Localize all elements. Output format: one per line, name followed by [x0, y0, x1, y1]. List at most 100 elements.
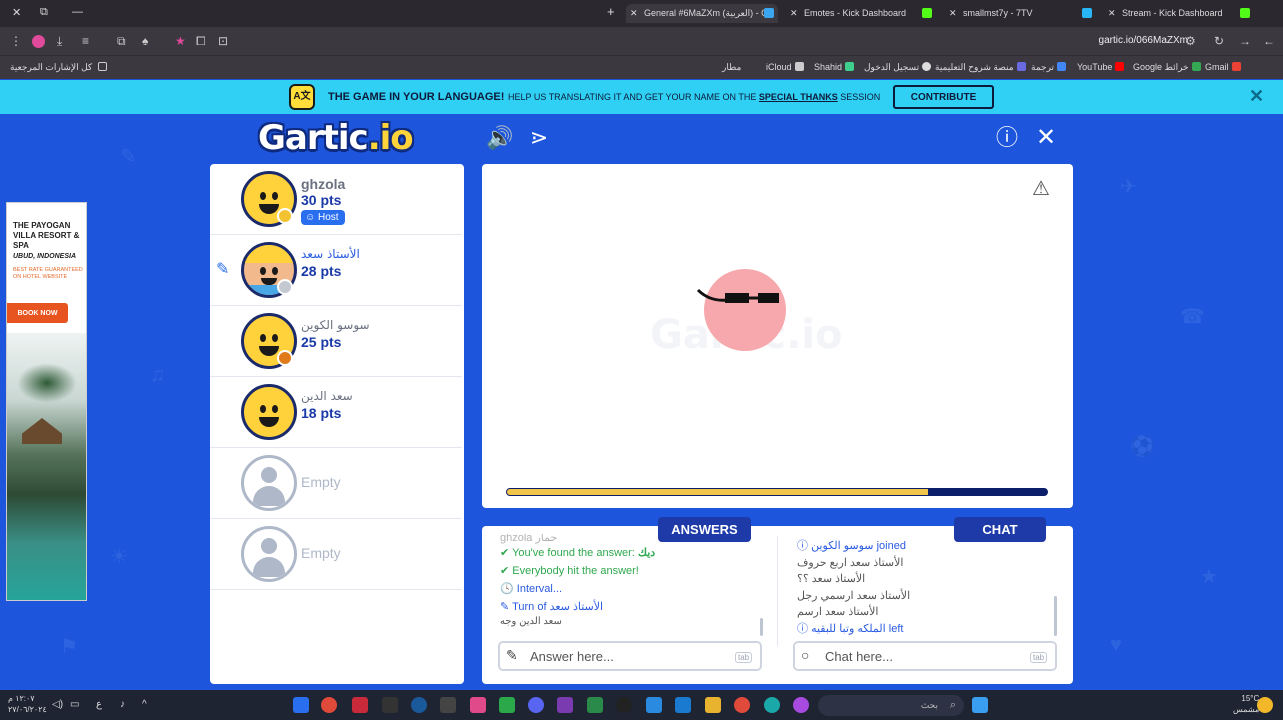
- speaker-icon[interactable]: ◁): [52, 699, 63, 710]
- player-row[interactable]: ghzola 30 pts ☺ Host: [210, 164, 462, 235]
- window-minimize-icon[interactable]: —: [72, 6, 83, 18]
- screenshot-icon[interactable]: ⊡: [218, 34, 228, 48]
- reload-icon[interactable]: ↻: [1214, 34, 1224, 48]
- xbox-icon[interactable]: [499, 697, 515, 713]
- app-icon[interactable]: [793, 697, 809, 713]
- empty-slot: Empty: [210, 519, 462, 590]
- gartic-logo[interactable]: Gartic.io: [258, 118, 414, 158]
- bookmark-platform[interactable]: منصة شروح التعليمية: [935, 62, 1026, 73]
- bookmark-maps[interactable]: Google خرائط: [1133, 62, 1201, 73]
- chrome-icon[interactable]: [321, 697, 337, 713]
- bookmark-shahid[interactable]: Shahid: [814, 62, 855, 72]
- app-icon[interactable]: [293, 697, 309, 713]
- weather-widget[interactable]: 15°C مشمس: [1233, 693, 1259, 715]
- app-icon[interactable]: [587, 697, 603, 713]
- player-row[interactable]: ✎ الأستاذ سعد 28 pts: [210, 235, 462, 306]
- avatar-eye: [272, 405, 278, 413]
- answer-input[interactable]: [498, 641, 762, 671]
- banner-close-icon[interactable]: ✕: [1249, 86, 1264, 107]
- share-icon[interactable]: ⋖: [525, 124, 553, 152]
- translation-banner: A文 THE GAME IN YOUR LANGUAGE! HELP US TR…: [0, 80, 1283, 114]
- chat-scrollbar[interactable]: [1054, 596, 1057, 636]
- tab-stream[interactable]: ✕ Stream - Kick Dashboard: [1104, 4, 1234, 23]
- tab-close-icon[interactable]: ✕: [630, 4, 638, 23]
- tab-7tv[interactable]: ✕ smallmst7y - 7TV: [945, 4, 1075, 23]
- windows-start-icon[interactable]: [972, 697, 988, 713]
- avatar-mouth: [259, 204, 279, 214]
- url-bar[interactable]: gartic.io/066MaZXm: [1099, 35, 1188, 46]
- tab-gartic[interactable]: ✕ General #6MaZXm (العربية) - Ga: [626, 4, 778, 23]
- tab-answers[interactable]: ANSWERS: [658, 517, 751, 542]
- extensions-icon[interactable]: ⧉: [117, 34, 126, 49]
- window-close-icon[interactable]: ✕: [12, 6, 21, 19]
- doodle-icon: ✎: [120, 146, 137, 168]
- gmail-icon: [1231, 62, 1241, 71]
- folder-icon[interactable]: [705, 697, 721, 713]
- player-name: سوسو الكوين: [301, 318, 370, 332]
- app-icon[interactable]: [440, 697, 456, 713]
- drawing-canvas[interactable]: Gartic.io ⚠: [482, 164, 1073, 508]
- language-indicator[interactable]: ع: [96, 699, 102, 710]
- extension-icon[interactable]: ♠: [142, 34, 148, 48]
- avatar-head: [261, 538, 277, 554]
- doodle-icon: ♥: [1110, 634, 1122, 656]
- translate-icon[interactable]: ⧠: [196, 34, 206, 49]
- bookmark-login[interactable]: تسجيل الدخول: [864, 62, 932, 73]
- network-icon[interactable]: ▭: [70, 699, 79, 710]
- new-tab-button[interactable]: +: [607, 4, 615, 19]
- bookmark-airport[interactable]: مطار: [722, 62, 741, 73]
- report-icon[interactable]: ⚠: [1032, 176, 1050, 201]
- system-clock[interactable]: ١٢:٠٧ م ٢٧/٠٦/٢٠٢٤: [8, 693, 47, 715]
- bookmark-translate[interactable]: ترجمة: [1031, 62, 1067, 73]
- all-bookmarks[interactable]: كل الإشارات المرجعية: [10, 62, 107, 73]
- bookmark-icloud[interactable]: iCloud: [766, 62, 804, 72]
- app-icon[interactable]: [675, 697, 691, 713]
- contribute-button[interactable]: CONTRIBUTE: [893, 85, 994, 109]
- info-icon[interactable]: ⓘ: [993, 124, 1021, 152]
- mic-icon[interactable]: ♪: [120, 699, 125, 710]
- epic-icon[interactable]: [382, 697, 398, 713]
- tab-close-icon[interactable]: ✕: [949, 4, 957, 23]
- bookmark-youtube[interactable]: YouTube: [1077, 62, 1125, 72]
- maps-icon: [1191, 62, 1201, 71]
- tab-close-icon[interactable]: ✕: [1108, 4, 1116, 23]
- special-thanks-link[interactable]: SPECIAL THANKS: [759, 92, 838, 102]
- avatar-mouth: [259, 417, 279, 427]
- forward-icon[interactable]: →: [1239, 34, 1251, 48]
- download-icon[interactable]: ⤓: [57, 34, 62, 49]
- drawing-pencil-icon: ✎: [216, 261, 230, 278]
- music-icon[interactable]: [470, 697, 486, 713]
- player-row[interactable]: سعد الدين 18 pts: [210, 377, 462, 448]
- chrome-icon[interactable]: [734, 697, 750, 713]
- bookmark-gmail[interactable]: Gmail: [1205, 62, 1241, 72]
- acrobat-icon[interactable]: [352, 697, 368, 713]
- site-settings-icon[interactable]: ⚙: [1185, 34, 1196, 48]
- tab-emotes[interactable]: ✕ Emotes - Kick Dashboard: [786, 4, 916, 23]
- list-icon[interactable]: ≡: [82, 34, 89, 48]
- taskbar-search[interactable]: بحث ⌕: [818, 695, 964, 716]
- discord-icon[interactable]: [528, 697, 544, 713]
- exit-game-icon[interactable]: ✕: [1032, 124, 1060, 152]
- answers-scrollbar[interactable]: [760, 618, 763, 636]
- window-maximize-icon[interactable]: ⧉: [40, 6, 48, 19]
- tab-close-icon[interactable]: ✕: [790, 4, 798, 23]
- menu-dots-icon[interactable]: ⋮: [10, 34, 22, 48]
- bookmark-star-icon[interactable]: ★: [175, 34, 186, 48]
- hotel-ad[interactable]: THE PAYOGAN VILLA RESORT & SPA UBUD, IND…: [6, 202, 87, 601]
- tab-chat[interactable]: CHAT: [954, 517, 1046, 542]
- profile-avatar[interactable]: [32, 35, 45, 48]
- player-row[interactable]: سوسو الكوين 25 pts: [210, 306, 462, 377]
- chat-input[interactable]: [793, 641, 1057, 671]
- edge-icon[interactable]: [764, 697, 780, 713]
- back-icon[interactable]: ←: [1263, 34, 1275, 48]
- app-icon[interactable]: [646, 697, 662, 713]
- app-icon[interactable]: [616, 697, 632, 713]
- language-icon: A文: [289, 84, 315, 110]
- sound-icon[interactable]: 🔊: [486, 124, 514, 152]
- drawer-name: الأستاذ سعد: [549, 601, 604, 613]
- tray-chevron-icon[interactable]: ^: [142, 699, 147, 710]
- doodle-icon: ★: [1200, 566, 1218, 588]
- app-icon[interactable]: [557, 697, 573, 713]
- steam-icon[interactable]: [411, 697, 427, 713]
- book-now-button[interactable]: BOOK NOW: [7, 303, 68, 323]
